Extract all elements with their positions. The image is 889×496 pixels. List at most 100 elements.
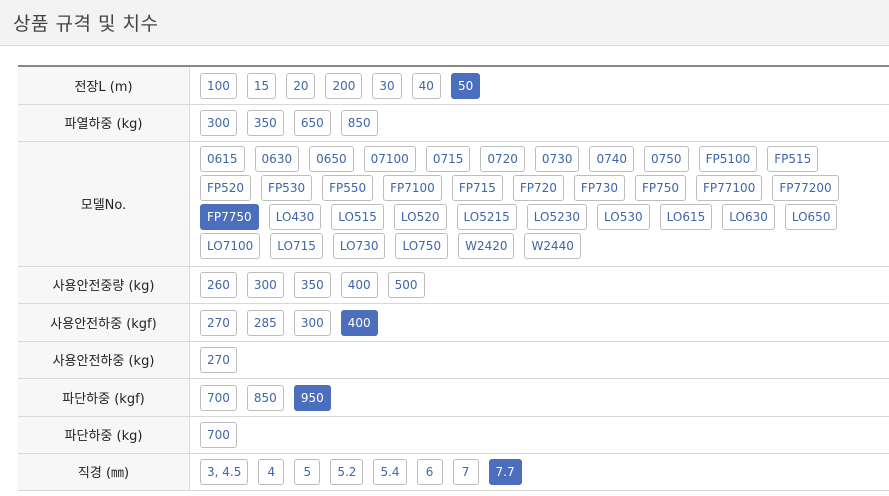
spec-row: 파단하중 (kg) 700 — [18, 416, 889, 453]
option-chip[interactable]: 50 — [450, 72, 481, 99]
spec-row-label: 모델No. — [18, 141, 190, 266]
option-chip[interactable]: 07100 — [363, 145, 416, 172]
option-chip[interactable]: FP520 — [200, 174, 252, 201]
option-chip[interactable]: 200 — [325, 72, 363, 99]
option-chip[interactable]: FP550 — [322, 174, 374, 201]
option-chip[interactable]: W2440 — [524, 232, 581, 259]
option-chip[interactable]: 850 — [340, 110, 378, 136]
spec-row-label: 파단하중 (kgf) — [18, 378, 190, 416]
option-chip[interactable]: LO630 — [722, 203, 775, 230]
option-chip[interactable]: 300 — [246, 272, 284, 298]
option-chip[interactable]: FP730 — [573, 174, 625, 201]
option-chip[interactable]: 350 — [293, 272, 331, 298]
option-chip[interactable]: 350 — [246, 110, 284, 136]
spec-row-options: 3, 4.5 4 5 5.2 5.4 6 7 7.7 — [190, 453, 889, 490]
option-chip[interactable]: 5.2 — [330, 459, 364, 485]
option-chip[interactable]: LO715 — [270, 232, 323, 259]
option-chip[interactable]: 850 — [246, 384, 284, 411]
spec-row: 전장L (m) 100 15 20 200 30 40 50 — [18, 66, 889, 104]
option-chip[interactable]: 0715 — [425, 145, 471, 172]
spec-row: 사용안전하중 (kgf) 270 285 300 400 — [18, 303, 889, 341]
spec-table: 전장L (m) 100 15 20 200 30 40 50 파열하중 (kg) 300 350 65… — [18, 65, 889, 491]
page-header: 상품 규격 및 치수 — [0, 0, 889, 46]
spec-row-label: 사용안전중량 (kg) — [18, 266, 190, 303]
spec-row-options: 300 350 650 850 — [190, 104, 889, 141]
option-chip[interactable]: FP515 — [767, 145, 819, 172]
option-chip[interactable]: 7.7 — [488, 459, 522, 485]
option-chip[interactable]: LO730 — [332, 232, 386, 259]
option-chip[interactable]: FP7100 — [383, 174, 442, 201]
option-chip[interactable]: 260 — [200, 272, 237, 298]
spec-row-label: 사용안전하중 (kgf) — [18, 303, 190, 341]
spec-row: 사용안전하중 (kg) 270 — [18, 341, 889, 378]
spec-row: 파단하중 (kgf) 700 850 950 — [18, 378, 889, 416]
option-chip[interactable]: 300 — [200, 110, 237, 136]
option-chip[interactable]: 700 — [200, 422, 237, 448]
spec-row-label: 파열하중 (kg) — [18, 104, 190, 141]
option-chip[interactable]: FP720 — [512, 174, 564, 201]
option-chip[interactable]: 500 — [387, 272, 425, 298]
option-chip[interactable]: FP77100 — [696, 174, 763, 201]
option-chip[interactable]: FP715 — [451, 174, 503, 201]
option-chip[interactable]: LO430 — [268, 203, 322, 230]
spec-row-options: 0615 0630 0650 07100 0715 0720 0730 0740 0750 FP5… — [190, 141, 889, 266]
option-chip[interactable]: 0720 — [480, 145, 525, 172]
option-chip[interactable]: 285 — [246, 309, 284, 336]
option-chip[interactable]: W2420 — [458, 232, 515, 259]
option-chip[interactable]: 40 — [411, 72, 441, 99]
option-chip[interactable]: LO650 — [784, 203, 838, 230]
option-chip[interactable]: 400 — [340, 309, 378, 336]
spec-row-options: 270 285 300 400 — [190, 303, 889, 341]
option-chip[interactable]: LO520 — [393, 203, 447, 230]
option-chip[interactable]: 5 — [294, 459, 321, 485]
option-chip[interactable]: 3, 4.5 — [200, 459, 249, 485]
option-chip[interactable]: LO750 — [395, 232, 449, 259]
option-chip[interactable]: 270 — [200, 347, 237, 373]
page-title: 상품 규격 및 치수 — [13, 13, 159, 35]
spec-row-label: 전장L (m) — [18, 66, 190, 104]
spec-row: 모델No. 0615 0630 0650 07100 0715 0720 0730 0740 07… — [18, 141, 889, 266]
option-chip[interactable]: LO5230 — [526, 203, 588, 230]
spec-row: 파열하중 (kg) 300 350 650 850 — [18, 104, 889, 141]
option-chip[interactable]: 15 — [246, 72, 277, 99]
option-chip[interactable]: FP5100 — [698, 145, 758, 172]
option-chip[interactable]: 0650 — [309, 145, 354, 172]
option-chip[interactable]: FP750 — [634, 174, 687, 201]
option-chip[interactable]: 0740 — [589, 145, 635, 172]
option-chip[interactable]: LO515 — [331, 203, 384, 230]
option-chip[interactable]: LO615 — [659, 203, 713, 230]
option-chip[interactable]: 0730 — [534, 145, 580, 172]
option-chip[interactable]: 300 — [293, 309, 331, 336]
option-chip[interactable]: 950 — [293, 384, 331, 411]
option-chip[interactable]: 6 — [416, 459, 443, 485]
option-chip[interactable]: 700 — [200, 384, 237, 411]
spec-row-options: 700 850 950 — [190, 378, 889, 416]
spec-row-options: 270 — [190, 341, 889, 378]
spec-row-options: 260 300 350 400 500 — [190, 266, 889, 303]
option-chip[interactable]: LO530 — [597, 203, 650, 230]
option-chip[interactable]: 270 — [200, 309, 237, 336]
option-chip[interactable]: 5.4 — [373, 459, 407, 485]
option-chip[interactable]: LO7100 — [200, 232, 261, 259]
option-chip[interactable]: 0630 — [254, 145, 300, 172]
option-chip[interactable]: 400 — [340, 272, 378, 298]
spec-row-label: 직경 (㎜) — [18, 453, 190, 490]
spec-row: 사용안전중량 (kg) 260 300 350 400 500 — [18, 266, 889, 303]
option-chip[interactable]: 20 — [286, 72, 316, 99]
spec-row-label: 파단하중 (kg) — [18, 416, 190, 453]
spec-row-options: 100 15 20 200 30 40 50 — [190, 66, 889, 104]
option-chip[interactable]: 100 — [200, 72, 237, 99]
option-chip[interactable]: FP7750 — [200, 203, 259, 230]
spec-row: 직경 (㎜) 3, 4.5 4 5 5.2 5.4 6 7 7.7 — [18, 453, 889, 490]
option-chip[interactable]: 7 — [452, 459, 479, 485]
option-chip[interactable]: 650 — [293, 110, 331, 136]
spec-row-options: 700 — [190, 416, 889, 453]
spec-row-label: 사용안전하중 (kg) — [18, 341, 190, 378]
option-chip[interactable]: 0750 — [644, 145, 689, 172]
option-chip[interactable]: LO5215 — [456, 203, 517, 230]
option-chip[interactable]: FP77200 — [772, 174, 839, 201]
option-chip[interactable]: 4 — [258, 459, 285, 485]
option-chip[interactable]: 30 — [372, 72, 402, 99]
option-chip[interactable]: FP530 — [261, 174, 313, 201]
option-chip[interactable]: 0615 — [200, 145, 245, 172]
